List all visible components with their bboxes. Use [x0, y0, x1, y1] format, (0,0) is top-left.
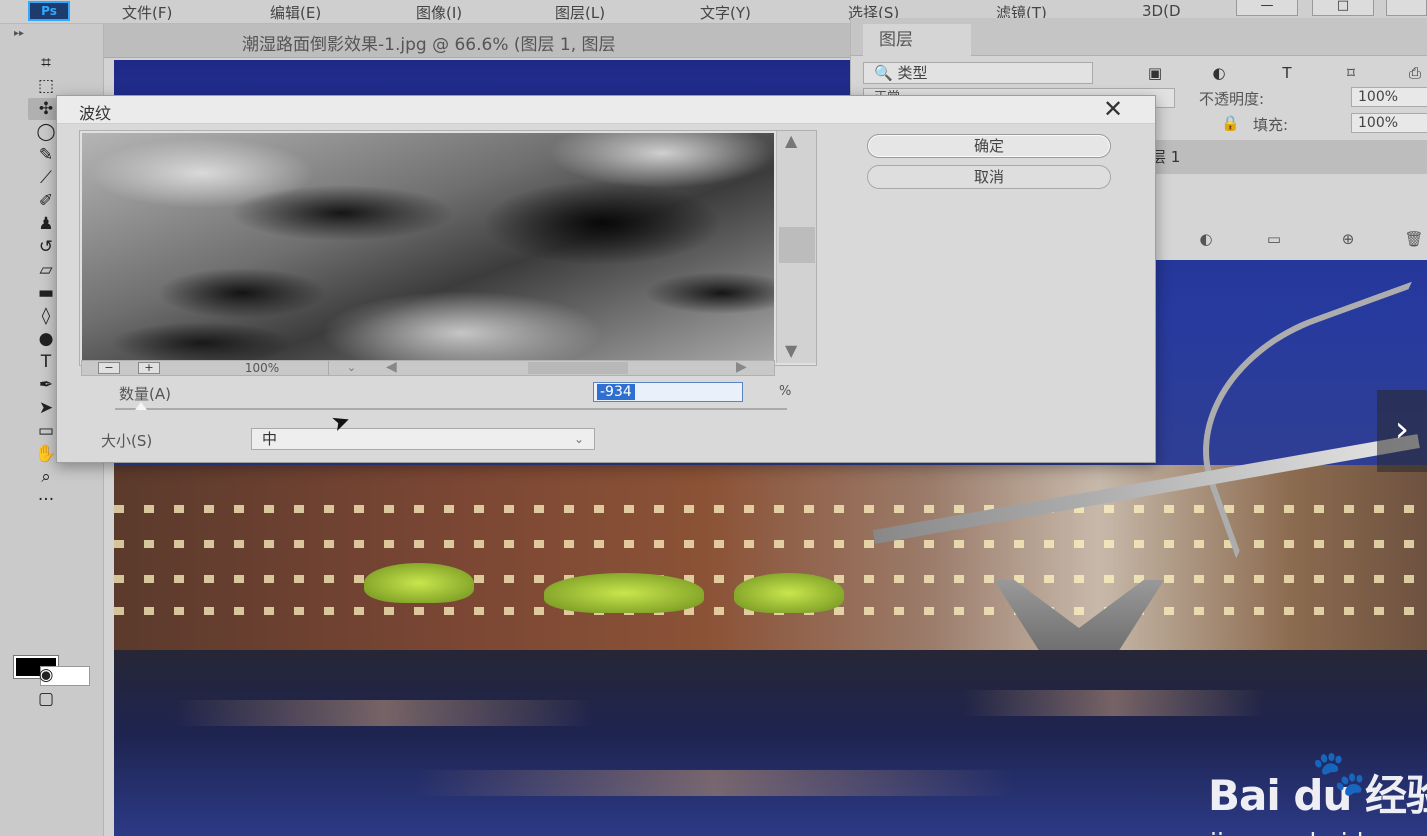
menu-edit[interactable]: 编辑(E) [270, 2, 321, 23]
amount-slider-thumb[interactable] [135, 402, 147, 410]
opacity-input[interactable]: 100% [1351, 87, 1427, 107]
adjustment-layer-icon[interactable]: ◐ [1189, 230, 1223, 252]
size-label: 大小(S) [101, 432, 153, 450]
menu-image[interactable]: 图像(I) [416, 2, 462, 23]
close-window-button[interactable] [1386, 0, 1427, 16]
quick-mask-icon[interactable]: ◉ [28, 664, 64, 686]
layers-tab-bar: 图层 [851, 18, 1427, 57]
tab-layers[interactable]: 图层 [863, 24, 971, 57]
restore-button[interactable]: □ [1312, 0, 1374, 16]
menu-layer[interactable]: 图层(L) [555, 2, 605, 23]
more-tools-icon[interactable]: ··· [28, 489, 64, 511]
document-tab[interactable]: 潮湿路面倒影效果-1.jpg @ 66.6% (图层 1, 图层 [104, 24, 864, 58]
amount-label: 数量(A) [119, 385, 171, 403]
menu-type[interactable]: 文字(Y) [700, 2, 751, 23]
horizontal-scroll-thumb[interactable] [528, 362, 628, 374]
scroll-right-icon[interactable]: ▶ [736, 359, 747, 375]
image-filter-icon[interactable]: ▣ [1137, 62, 1173, 84]
scroll-up-icon[interactable]: ▲ [785, 131, 797, 150]
shape-filter-icon[interactable]: ⌑ [1333, 62, 1369, 84]
delete-layer-icon[interactable]: 🗑 [1397, 230, 1427, 252]
crop-icon[interactable]: ⌗ [28, 52, 64, 74]
amount-value: -934 [597, 384, 635, 400]
zoom-in-button[interactable]: + [138, 362, 160, 374]
text-filter-icon[interactable]: T [1269, 62, 1305, 84]
chevron-down-icon: ⌄ [573, 432, 584, 446]
amount-slider[interactable] [115, 402, 787, 410]
minimize-button[interactable]: — [1236, 0, 1298, 16]
watermark-url: jingyan.baidu.com [1210, 828, 1427, 836]
preview-vertical-scrollbar[interactable]: ▲ ▼ [776, 131, 816, 363]
dialog-titlebar[interactable]: 波纹 ✕ [57, 96, 1155, 124]
scroll-down-icon[interactable]: ▼ [785, 341, 797, 360]
fill-label: 填充: [1253, 116, 1289, 134]
scroll-thumb[interactable] [779, 227, 815, 263]
filter-preview: ▲ ▼ [79, 130, 817, 366]
paw-icon: 🐾 [1311, 748, 1367, 799]
layer-filter-select[interactable]: 🔍 类型 [863, 62, 1093, 84]
close-icon[interactable]: ✕ [1093, 96, 1133, 124]
screen-mode-icon[interactable]: ▢ [28, 688, 64, 710]
smart-object-filter-icon[interactable]: ⎙ [1397, 62, 1427, 84]
zoom-out-button[interactable]: − [98, 362, 120, 374]
document-title: 潮湿路面倒影效果-1.jpg @ 66.6% (图层 1, 图层 [242, 35, 616, 55]
ok-button[interactable]: 确定 [867, 134, 1111, 158]
amount-input[interactable]: -934 [593, 382, 743, 402]
zoom-level: 100% [244, 361, 280, 375]
size-select[interactable]: 中 ⌄ [251, 428, 595, 450]
opacity-label: 不透明度: [1199, 90, 1265, 108]
ripple-filter-dialog: 波纹 ✕ ▲ ▼ − + 100% ⌄ ◀ ▶ 确定 取消 数量(A) -934… [56, 95, 1156, 463]
cancel-button[interactable]: 取消 [867, 165, 1111, 189]
preview-image[interactable] [82, 133, 774, 361]
fill-input[interactable]: 100% [1351, 113, 1427, 133]
new-layer-icon[interactable]: ⊕ [1331, 230, 1365, 252]
new-group-icon[interactable]: ▭ [1257, 230, 1291, 252]
photoshop-logo: Ps [28, 1, 70, 21]
menu-file[interactable]: 文件(F) [122, 2, 172, 23]
preview-zoom-bar: − + 100% ⌄ ◀ ▶ [81, 359, 775, 376]
dialog-title: 波纹 [79, 104, 112, 123]
scroll-left-icon[interactable]: ◀ [386, 359, 397, 375]
next-slide-button[interactable]: › [1377, 390, 1427, 472]
size-value: 中 [262, 430, 278, 448]
amount-unit: % [779, 384, 792, 399]
chevron-down-icon[interactable]: ⌄ [328, 361, 374, 375]
zoom-tool-icon[interactable]: ⌕ [28, 466, 64, 488]
baidu-jingyan-watermark: Bai du 经验 🐾 jingyan.baidu.com [1208, 750, 1427, 836]
marquee-icon[interactable]: ⬚ [28, 75, 64, 97]
adjustment-filter-icon[interactable]: ◐ [1201, 62, 1237, 84]
lock-icon[interactable]: 🔒 [1221, 114, 1240, 132]
collapse-grip-icon[interactable]: ▸▸ [14, 28, 24, 39]
